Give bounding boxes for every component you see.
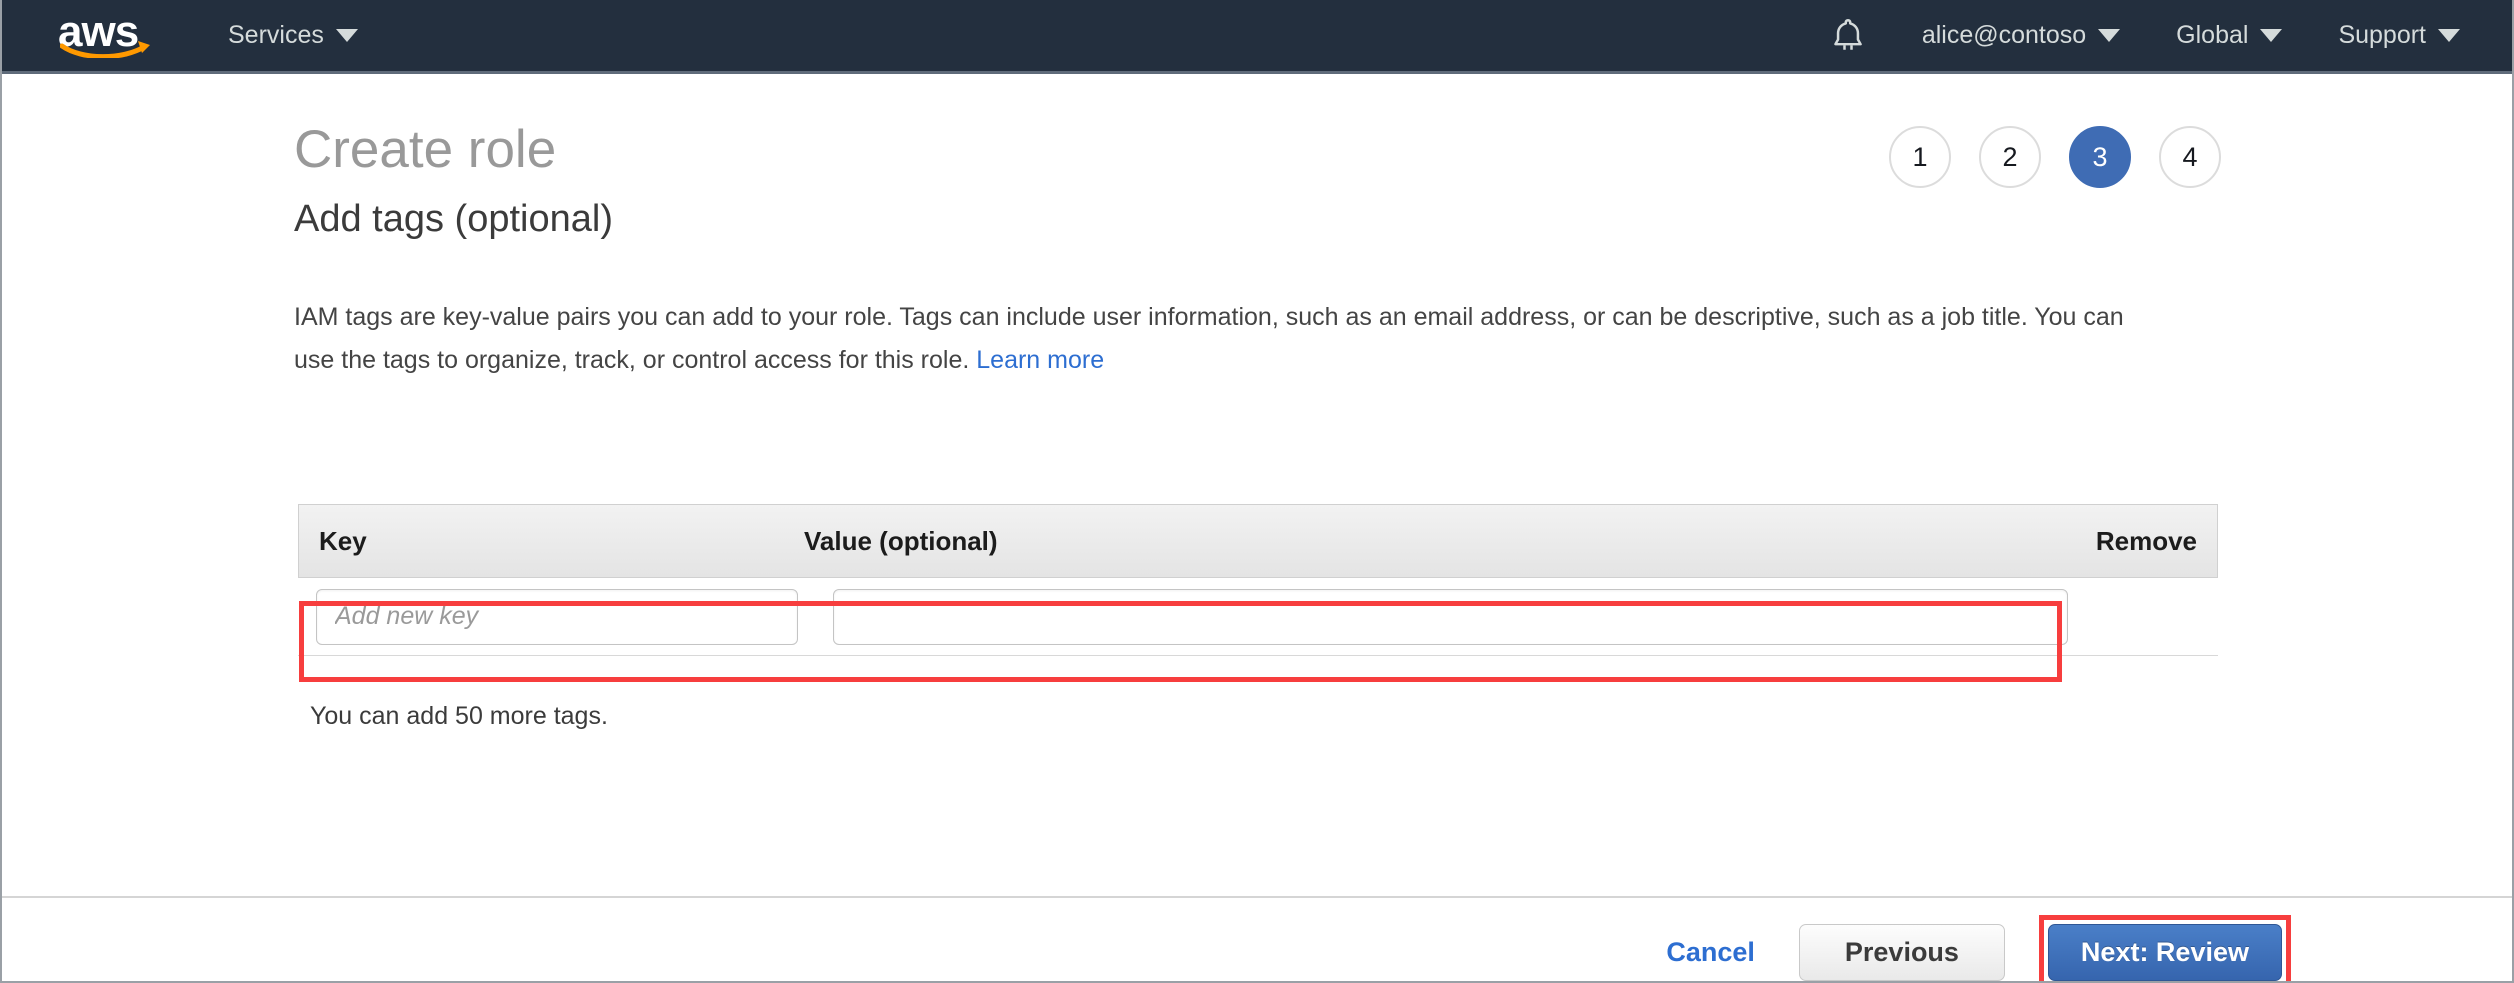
chevron-down-icon [336, 29, 358, 42]
wizard-step-1-label: 1 [1912, 142, 1927, 173]
wizard-step-3[interactable]: 3 [2069, 126, 2131, 188]
aws-logo-smile-icon [60, 38, 156, 58]
column-header-remove: Remove [2007, 526, 2217, 557]
wizard-footer: Cancel Previous Next: Review [2, 896, 2514, 983]
wizard-step-1[interactable]: 1 [1889, 126, 1951, 188]
section-description: IAM tags are key-value pairs you can add… [294, 296, 2164, 382]
section-title: Add tags (optional) [294, 198, 613, 241]
remaining-tags-text: You can add 50 more tags. [310, 702, 608, 731]
next-button-highlight-annotation: Next: Review [2039, 915, 2291, 983]
tag-value-input[interactable] [833, 589, 2068, 645]
tags-table-header: Key Value (optional) Remove [298, 504, 2218, 578]
chevron-down-icon [2098, 29, 2120, 42]
account-menu-label: alice@contoso [1922, 21, 2086, 50]
wizard-step-3-label: 3 [2092, 142, 2107, 173]
wizard-step-indicator: 1 2 3 4 [1889, 126, 2221, 188]
column-header-key: Key [299, 526, 804, 557]
main-content: Create role 1 2 3 4 Add tags (optional) … [2, 74, 2514, 896]
support-menu-label: Support [2338, 21, 2426, 50]
column-header-value: Value (optional) [804, 526, 2007, 557]
top-navigation-right: alice@contoso Global Support [1830, 17, 2460, 55]
previous-button[interactable]: Previous [1799, 924, 2005, 981]
chevron-down-icon [2260, 29, 2282, 42]
next-review-button[interactable]: Next: Review [2048, 924, 2282, 981]
aws-console-page: aws Services alice@contoso Global [0, 0, 2514, 983]
services-menu[interactable]: Services [228, 21, 358, 50]
wizard-step-4-label: 4 [2182, 142, 2197, 173]
top-navigation-bar: aws Services alice@contoso Global [2, 0, 2514, 74]
tag-key-input[interactable] [316, 589, 798, 645]
wizard-step-2[interactable]: 2 [1979, 126, 2041, 188]
page-title: Create role [294, 119, 556, 180]
region-menu[interactable]: Global [2176, 21, 2282, 50]
wizard-step-2-label: 2 [2002, 142, 2017, 173]
bell-icon[interactable] [1830, 17, 1866, 55]
section-description-text: IAM tags are key-value pairs you can add… [294, 303, 2124, 374]
table-row [298, 578, 2218, 656]
account-menu[interactable]: alice@contoso [1922, 21, 2120, 50]
services-menu-label: Services [228, 21, 324, 50]
aws-logo[interactable]: aws [58, 13, 156, 59]
footer-actions: Cancel Previous Next: Review [1656, 915, 2291, 983]
wizard-step-4[interactable]: 4 [2159, 126, 2221, 188]
cancel-button[interactable]: Cancel [1656, 937, 1765, 968]
support-menu[interactable]: Support [2338, 21, 2460, 50]
region-menu-label: Global [2176, 21, 2248, 50]
learn-more-link[interactable]: Learn more [976, 346, 1104, 374]
chevron-down-icon [2438, 29, 2460, 42]
tags-table: Key Value (optional) Remove [298, 504, 2218, 656]
